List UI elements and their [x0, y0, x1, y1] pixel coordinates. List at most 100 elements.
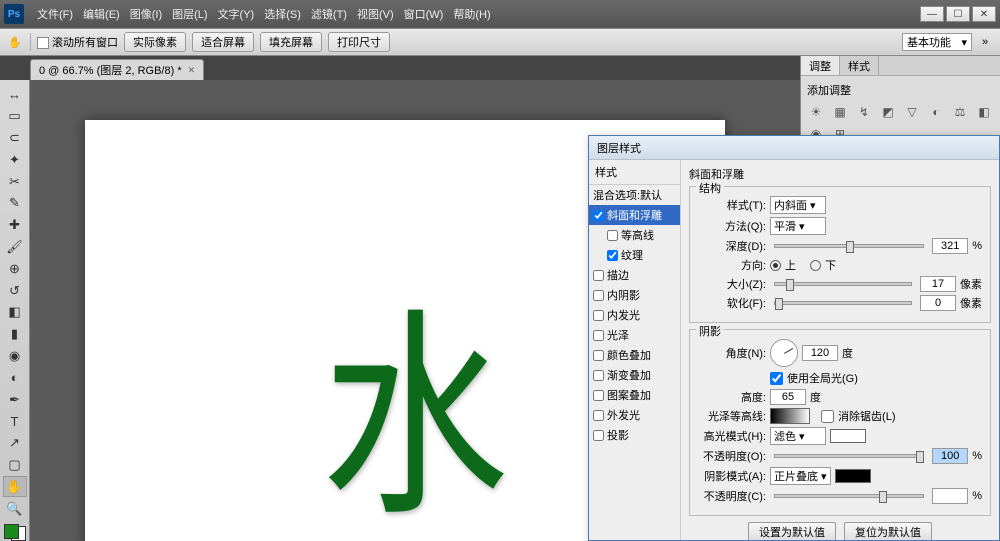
window-minimize-button[interactable]: —: [920, 6, 944, 22]
style-checkbox-gradientoverlay[interactable]: [593, 370, 604, 381]
menu-image[interactable]: 图像(I): [125, 6, 167, 22]
brightness-icon[interactable]: ☀: [807, 104, 825, 120]
style-item-innerglow[interactable]: 内发光: [589, 305, 680, 325]
balance-icon[interactable]: ⚖: [951, 104, 969, 120]
menu-edit[interactable]: 编辑(E): [78, 6, 125, 22]
menu-type[interactable]: 文字(Y): [213, 6, 260, 22]
dialog-title[interactable]: 图层样式: [589, 136, 999, 160]
close-tab-icon[interactable]: ✕: [188, 65, 196, 76]
history-brush-tool[interactable]: ↺: [3, 280, 27, 301]
fill-screen-button[interactable]: 填充屏幕: [260, 32, 322, 52]
reset-default-button[interactable]: 复位为默认值: [844, 522, 932, 540]
depth-input[interactable]: [932, 238, 968, 254]
menu-window[interactable]: 窗口(W): [399, 6, 449, 22]
global-light-checkbox[interactable]: [770, 372, 783, 385]
style-item-texture[interactable]: 纹理: [589, 245, 680, 265]
gradient-tool[interactable]: ▮: [3, 324, 27, 345]
actual-pixels-button[interactable]: 实际像素: [124, 32, 186, 52]
type-tool[interactable]: T: [3, 411, 27, 432]
soften-input[interactable]: [920, 295, 956, 311]
blur-tool[interactable]: ◉: [3, 346, 27, 367]
exposure-icon[interactable]: ◩: [879, 104, 897, 120]
highlight-color-swatch[interactable]: [830, 429, 866, 443]
print-size-button[interactable]: 打印尺寸: [328, 32, 390, 52]
direction-up-radio[interactable]: [770, 260, 781, 271]
menu-file[interactable]: 文件(F): [32, 6, 78, 22]
style-checkbox-texture[interactable]: [607, 250, 618, 261]
angle-input[interactable]: [802, 345, 838, 361]
bevel-style-select[interactable]: 内斜面 ▾: [770, 196, 826, 214]
shadow-color-swatch[interactable]: [835, 469, 871, 483]
hand-tool[interactable]: ✋: [3, 476, 27, 497]
angle-dial[interactable]: [770, 339, 798, 367]
color-swatch[interactable]: [4, 524, 26, 541]
soften-slider[interactable]: [774, 301, 912, 305]
stamp-tool[interactable]: ⊕: [3, 258, 27, 279]
eraser-tool[interactable]: ◧: [3, 302, 27, 323]
panel-tab-styles[interactable]: 样式: [840, 56, 879, 75]
style-checkbox-bevel[interactable]: [593, 210, 604, 221]
style-item-contour[interactable]: 等高线: [589, 225, 680, 245]
highlight-opacity-input[interactable]: [932, 448, 968, 464]
style-item-patternoverlay[interactable]: 图案叠加: [589, 385, 680, 405]
style-checkbox-contour[interactable]: [607, 230, 618, 241]
style-item-satin[interactable]: 光泽: [589, 325, 680, 345]
style-item-gradientoverlay[interactable]: 渐变叠加: [589, 365, 680, 385]
zoom-tool[interactable]: 🔍: [3, 498, 27, 519]
menu-layer[interactable]: 图层(L): [167, 6, 212, 22]
style-checkbox-dropshadow[interactable]: [593, 430, 604, 441]
technique-select[interactable]: 平滑 ▾: [770, 217, 826, 235]
shadow-opacity-slider[interactable]: [774, 494, 924, 498]
panel-tab-adjustments[interactable]: 调整: [801, 56, 840, 75]
style-checkbox-patternoverlay[interactable]: [593, 390, 604, 401]
document-tab[interactable]: 0 @ 66.7% (图层 2, RGB/8) *✕: [30, 59, 204, 80]
style-checkbox-innerglow[interactable]: [593, 310, 604, 321]
shape-tool[interactable]: ▢: [3, 455, 27, 476]
style-item-bevel[interactable]: 斜面和浮雕: [589, 205, 680, 225]
style-checkbox-stroke[interactable]: [593, 270, 604, 281]
size-input[interactable]: [920, 276, 956, 292]
hand-tool-icon[interactable]: ✋: [6, 33, 24, 51]
menu-help[interactable]: 帮助(H): [448, 6, 495, 22]
gloss-contour-picker[interactable]: [770, 408, 810, 424]
menu-filter[interactable]: 滤镜(T): [306, 6, 352, 22]
depth-slider[interactable]: [774, 244, 924, 248]
vibrance-icon[interactable]: ▽: [903, 104, 921, 120]
size-slider[interactable]: [774, 282, 912, 286]
levels-icon[interactable]: ▦: [831, 104, 849, 120]
menu-view[interactable]: 视图(V): [352, 6, 399, 22]
hue-icon[interactable]: ◐: [927, 104, 945, 120]
make-default-button[interactable]: 设置为默认值: [748, 522, 836, 540]
fit-screen-button[interactable]: 适合屏幕: [192, 32, 254, 52]
heal-tool[interactable]: ✚: [3, 215, 27, 236]
eyedropper-tool[interactable]: ✎: [3, 193, 27, 214]
bw-icon[interactable]: ◧: [975, 104, 993, 120]
altitude-input[interactable]: [770, 389, 806, 405]
crop-tool[interactable]: ✂: [3, 171, 27, 192]
style-item-stroke[interactable]: 描边: [589, 265, 680, 285]
shadow-opacity-input[interactable]: [932, 488, 968, 504]
style-checkbox-innershadow[interactable]: [593, 290, 604, 301]
scroll-all-checkbox[interactable]: 滚动所有窗口: [37, 34, 118, 50]
style-item-innershadow[interactable]: 内阴影: [589, 285, 680, 305]
antialias-checkbox[interactable]: [821, 410, 834, 423]
brush-tool[interactable]: 🖌: [3, 237, 27, 258]
style-checkbox-satin[interactable]: [593, 330, 604, 341]
style-checkbox-coloroverlay[interactable]: [593, 350, 604, 361]
style-item-coloroverlay[interactable]: 颜色叠加: [589, 345, 680, 365]
direction-down-radio[interactable]: [810, 260, 821, 271]
window-maximize-button[interactable]: ☐: [946, 6, 970, 22]
marquee-tool[interactable]: ▭: [3, 106, 27, 127]
path-tool[interactable]: ↗: [3, 433, 27, 454]
move-tool[interactable]: ↔: [3, 84, 27, 105]
blend-options-item[interactable]: 混合选项:默认: [589, 185, 680, 205]
dodge-tool[interactable]: ◐: [3, 367, 27, 388]
highlight-opacity-slider[interactable]: [774, 454, 924, 458]
workspace-switcher[interactable]: 基本功能▾: [902, 33, 972, 51]
wand-tool[interactable]: ✦: [3, 149, 27, 170]
shadow-mode-select[interactable]: 正片叠底 ▾: [770, 467, 831, 485]
lasso-tool[interactable]: ⊂: [3, 128, 27, 149]
highlight-mode-select[interactable]: 滤色 ▾: [770, 427, 826, 445]
style-item-dropshadow[interactable]: 投影: [589, 425, 680, 445]
style-checkbox-outerglow[interactable]: [593, 410, 604, 421]
